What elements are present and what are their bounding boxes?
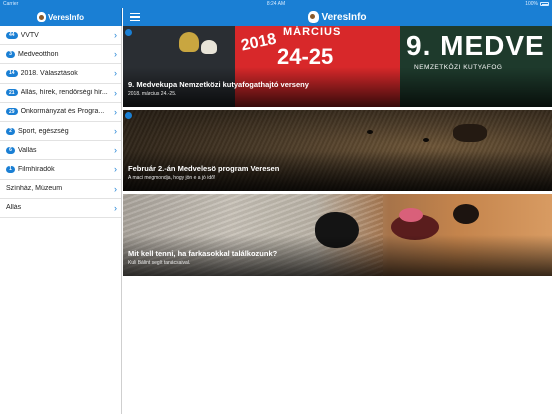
sidebar-item-label: Filmhíradók <box>18 165 55 173</box>
sidebar-item-label: Önkormányzat és Progra... <box>20 108 105 116</box>
count-badge: 3 <box>6 50 15 58</box>
battery-icon <box>540 2 549 6</box>
chevron-right-icon: › <box>114 30 117 41</box>
sidebar-item-vallas[interactable]: 6 Vallás › <box>0 141 121 161</box>
news-card[interactable]: Mit kell tenni, ha farkasokkal találkozu… <box>123 194 552 276</box>
bear-logo-icon <box>36 12 46 22</box>
news-feed: 2018 MÁRCIUS 24-25 9. MEDVE NEMZETKÖZI K… <box>123 26 552 414</box>
chevron-right-icon: › <box>114 183 117 194</box>
sidebar-item-filmhiradok[interactable]: 1 Filmhíradók › <box>0 160 121 180</box>
count-badge: 21 <box>6 89 18 97</box>
card-subtitle: 2018. március 24.-25. <box>128 91 177 97</box>
sidebar-item-label: Medveotthon <box>18 50 59 58</box>
bear-eye <box>423 138 429 142</box>
chevron-right-icon: › <box>114 145 117 156</box>
count-badge: 14 <box>6 69 18 77</box>
news-card[interactable]: Február 2.-án Medvelesö program Veresen … <box>123 110 552 191</box>
clock: 8:24 AM <box>266 1 286 7</box>
app-logo-main: VeresInfo <box>123 10 552 24</box>
sidebar-item-label: Állás, hírek, rendőrségi hír... <box>20 89 108 97</box>
category-sidebar: 44 VVTV › 3 Medveotthon › 14 2018. Válas… <box>0 26 122 414</box>
fox-nose <box>453 204 479 224</box>
count-badge: 6 <box>6 146 15 154</box>
chevron-right-icon: › <box>114 164 117 175</box>
count-badge: 29 <box>6 108 18 116</box>
chevron-right-icon: › <box>114 87 117 98</box>
bear-nose <box>453 124 487 142</box>
chevron-right-icon: › <box>114 126 117 137</box>
count-badge: 2 <box>6 127 15 135</box>
sidebar-item-label: Sport, egészség <box>18 127 69 135</box>
card-subtitle: Kuli Bálint segít tanácsaival. <box>128 260 191 266</box>
battery-indicator: 100% <box>525 1 549 7</box>
sidebar-item-allas[interactable]: Állás › <box>0 199 121 218</box>
sidebar-item-label: Vallás <box>18 146 37 154</box>
status-bar: Carrier 8:24 AM 100% <box>0 0 552 8</box>
sidebar-item-valasztasok[interactable]: 14 2018. Választások › <box>0 64 121 84</box>
trophy-icon <box>179 32 199 52</box>
chevron-right-icon: › <box>114 202 117 213</box>
news-card[interactable]: 2018 MÁRCIUS 24-25 9. MEDVE NEMZETKÖZI K… <box>123 26 552 107</box>
chevron-right-icon: › <box>114 49 117 60</box>
sidebar-item-vvtv[interactable]: 44 VVTV › <box>0 26 121 46</box>
sidebar-item-allas-hirek[interactable]: 21 Állás, hírek, rendőrségi hír... › <box>0 84 121 103</box>
chevron-right-icon: › <box>114 106 117 117</box>
sidebar-item-label: 2018. Választások <box>20 69 78 77</box>
poster-month: MÁRCIUS <box>283 26 342 38</box>
card-title: Február 2.-án Medvelesö program Veresen <box>128 164 280 173</box>
poster-year: 2018 <box>239 30 278 55</box>
count-badge: 1 <box>6 165 15 173</box>
app-title: VeresInfo <box>47 12 84 22</box>
sidebar-item-szinhaz[interactable]: Színház, Múzeum › <box>0 180 121 199</box>
sidebar-header: VeresInfo <box>0 8 122 26</box>
main-header: VeresInfo <box>123 8 552 26</box>
fox-tongue <box>399 208 423 222</box>
poster-headline: 9. MEDVE <box>406 30 545 61</box>
sidebar-item-onkormanyzat[interactable]: 29 Önkormányzat és Progra... › <box>0 103 121 122</box>
sidebar-item-medveotthon[interactable]: 3 Medveotthon › <box>0 45 121 65</box>
app-logo: VeresInfo <box>0 10 121 24</box>
chevron-right-icon: › <box>114 68 117 79</box>
bear-eye <box>367 130 373 134</box>
app-title-main: VeresInfo <box>321 11 367 23</box>
count-badge: 44 <box>6 31 18 39</box>
unread-dot-icon <box>125 112 132 119</box>
sidebar-item-label: VVTV <box>20 31 39 39</box>
card-title: Mit kell tenni, ha farkasokkal találkozu… <box>128 249 278 258</box>
trophy-icon <box>201 40 217 54</box>
sidebar-item-sport[interactable]: 2 Sport, egészség › <box>0 122 121 142</box>
card-subtitle: A maci megmondja, hogy jön e a jó idő! <box>128 175 216 181</box>
sidebar-item-label: Színház, Múzeum <box>6 185 63 193</box>
card-title: 9. Medvekupa Nemzetközi kutyafogathajtó … <box>128 80 309 89</box>
bear-logo-icon <box>308 11 320 23</box>
battery-percent: 100% <box>525 1 538 7</box>
sidebar-item-label: Állás <box>6 204 22 212</box>
unread-dot-icon <box>125 29 132 36</box>
